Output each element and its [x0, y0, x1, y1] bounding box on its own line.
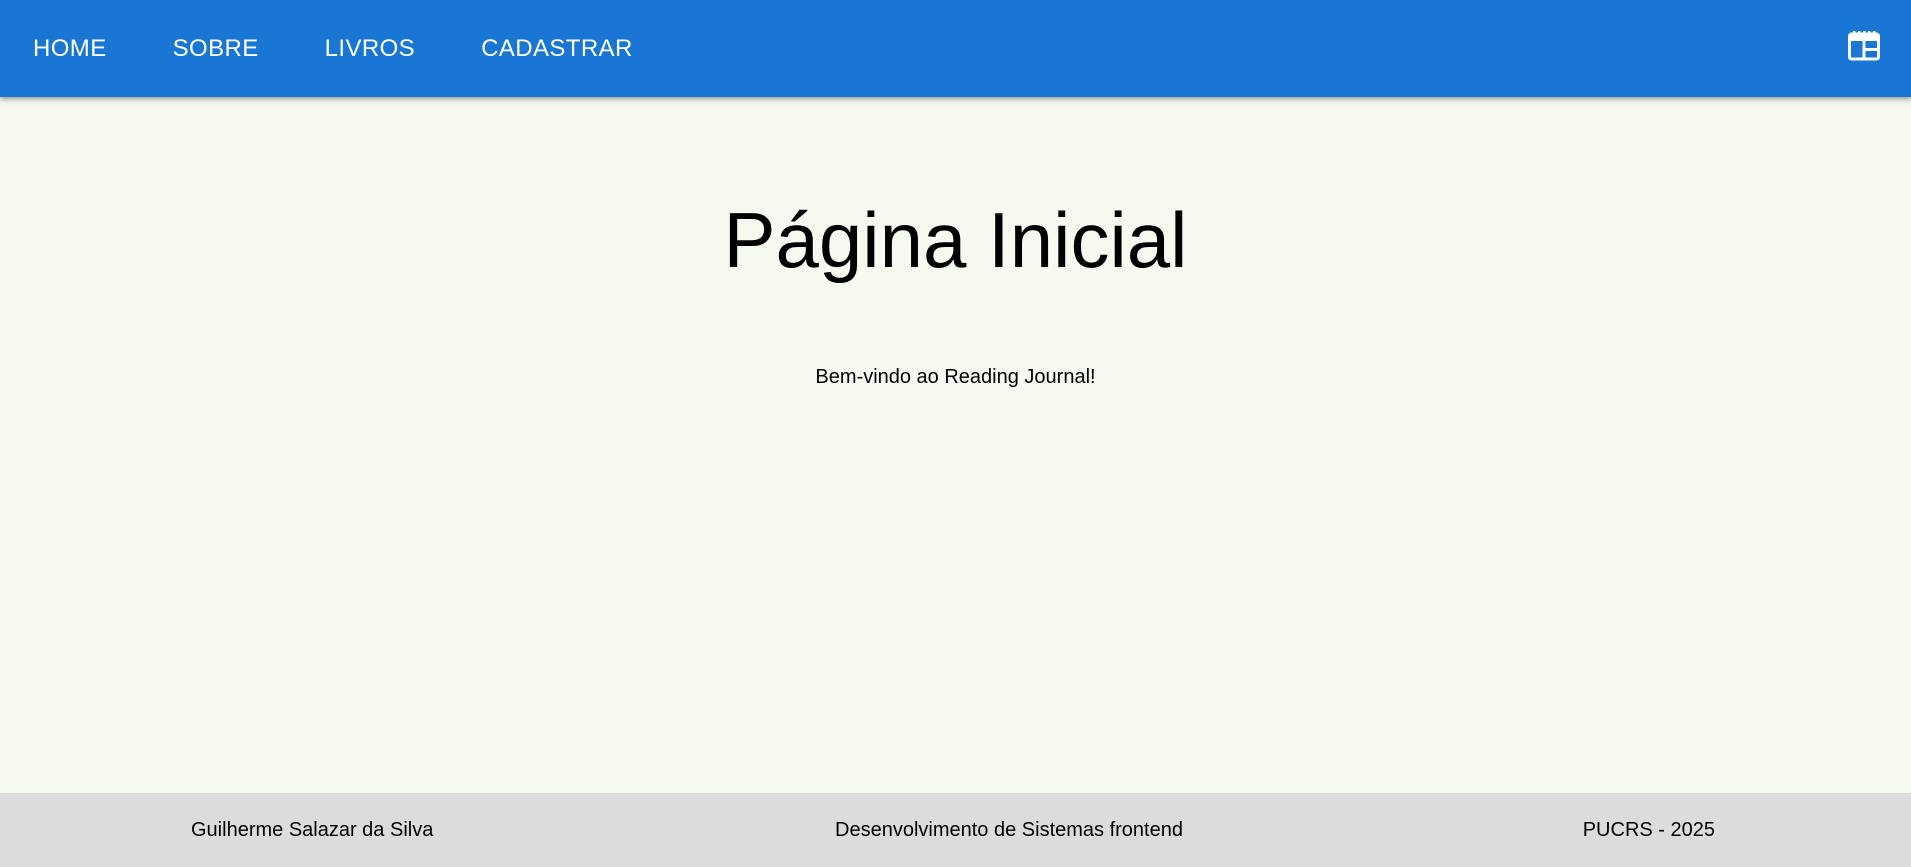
nav-home-link[interactable]: HOME: [0, 0, 140, 97]
app-bar: HOME SOBRE LIVROS CADASTRAR: [0, 0, 1911, 97]
nav-sobre-link[interactable]: SOBRE: [140, 0, 292, 97]
web-layout-icon[interactable]: [1848, 31, 1880, 61]
nav-livros-link[interactable]: LIVROS: [292, 0, 448, 97]
main-nav: HOME SOBRE LIVROS CADASTRAR: [0, 0, 666, 97]
footer: Guilherme Salazar da Silva Desenvolvimen…: [0, 793, 1911, 867]
main-content: Página Inicial Bem-vindo ao Reading Jour…: [0, 97, 1911, 793]
nav-cadastrar-link[interactable]: CADASTRAR: [448, 0, 666, 97]
welcome-text: Bem-vindo ao Reading Journal!: [815, 366, 1096, 388]
page-title: Página Inicial: [723, 196, 1188, 284]
footer-institution: PUCRS - 2025: [1582, 819, 1715, 841]
